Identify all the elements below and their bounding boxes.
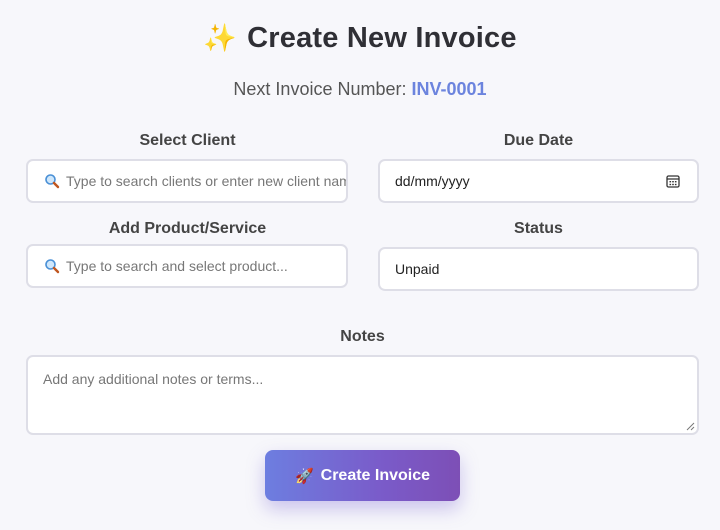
calendar-icon[interactable]: [665, 173, 681, 189]
client-search-input[interactable]: Type to search clients or enter new clie…: [26, 159, 348, 203]
product-search-placeholder: Type to search and select product...: [66, 258, 288, 274]
status-value: Unpaid: [395, 261, 440, 277]
notes-label: Notes: [340, 328, 385, 345]
page-title: ✨ Create New Invoice: [0, 22, 720, 55]
page-title-text: Create New Invoice: [247, 22, 517, 54]
next-invoice-value: INV-0001: [411, 79, 487, 99]
status-select[interactable]: Unpaid: [378, 247, 699, 291]
search-icon: [45, 259, 60, 274]
client-label: Select Client: [139, 132, 236, 149]
due-date-input[interactable]: dd/mm/yyyy: [378, 159, 699, 203]
client-search-placeholder: Type to search clients or enter new clie…: [66, 173, 346, 189]
next-invoice-number: Next Invoice Number: INV-0001: [0, 79, 720, 100]
search-icon: [45, 174, 60, 189]
notes-placeholder: Add any additional notes or terms...: [43, 371, 264, 387]
due-date-value: dd/mm/yyyy: [395, 173, 470, 189]
next-invoice-label: Next Invoice Number:: [233, 79, 407, 99]
due-date-label: Due Date: [503, 132, 574, 149]
product-label: Add Product/Service: [108, 220, 267, 237]
status-label: Status: [514, 220, 563, 237]
rocket-icon: 🚀: [294, 467, 314, 485]
create-invoice-label: Create Invoice: [320, 466, 431, 484]
product-search-input[interactable]: Type to search and select product...: [26, 244, 348, 288]
sparkles-icon: ✨: [203, 23, 238, 53]
resize-grip-icon[interactable]: [685, 421, 695, 431]
notes-textarea[interactable]: Add any additional notes or terms...: [26, 355, 699, 435]
create-invoice-button[interactable]: 🚀 Create Invoice: [265, 450, 460, 501]
